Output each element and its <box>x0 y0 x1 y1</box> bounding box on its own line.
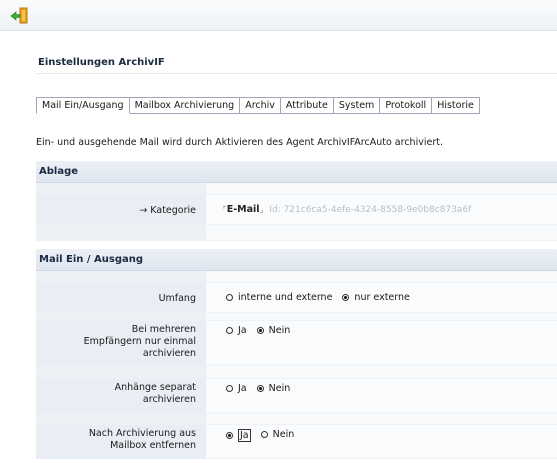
spacer-row <box>36 313 557 321</box>
empfaenger-option-ja[interactable]: Ja <box>226 325 247 336</box>
tab-mail-ein-ausgang[interactable]: Mail Ein/Ausgang <box>36 97 130 114</box>
spacer-row <box>36 413 557 425</box>
kategorie-row: → Kategorie ⌜ E-Mail ⌟ Id: 721c6ca5-4efe… <box>36 195 557 225</box>
anhaenge-option-ja[interactable]: Ja <box>226 383 247 394</box>
radio-icon <box>226 327 233 334</box>
anhaenge-label: Anhänge separat archivieren <box>36 379 206 413</box>
radio-icon <box>226 385 233 392</box>
kategorie-value[interactable]: E-Mail <box>227 204 260 215</box>
radio-selected-icon <box>226 432 233 439</box>
tab-system[interactable]: System <box>333 97 381 114</box>
section-heading-ablage: Ablage <box>36 161 557 183</box>
radio-selected-icon <box>256 327 264 334</box>
nach-archivierung-row: Nach Archivierung aus Mailbox entfernen … <box>36 425 557 459</box>
radio-selected-icon <box>256 385 264 392</box>
tab-protokoll[interactable]: Protokoll <box>380 97 433 114</box>
spacer-row <box>36 225 557 241</box>
tab-bar: Mail Ein/Ausgang Mailbox Archivierung Ar… <box>36 97 557 114</box>
umfang-option-nur-extern[interactable]: nur externe <box>342 292 410 303</box>
anhaenge-row: Anhänge separat archivieren Ja Nein <box>36 379 557 413</box>
spacer-row <box>36 271 557 283</box>
tab-archiv[interactable]: Archiv <box>240 97 281 114</box>
tab-description: Ein- und ausgehende Mail wird durch Akti… <box>36 137 443 148</box>
field-end-marker: ⌟ <box>259 205 264 214</box>
radio-selected-icon <box>342 294 350 301</box>
radio-icon <box>260 431 268 438</box>
spacer-row <box>36 365 557 379</box>
umfang-option-intern-extern[interactable]: interne und externe <box>226 292 332 303</box>
nach-archivierung-option-ja[interactable]: Ja <box>226 429 251 442</box>
tab-attribute[interactable]: Attribute <box>280 97 334 114</box>
nach-archivierung-label: Nach Archivierung aus Mailbox entfernen <box>36 425 206 459</box>
empfaenger-row: Bei mehreren Empfängern nur einmal archi… <box>36 321 557 365</box>
radio-icon <box>226 294 233 301</box>
spacer-row <box>36 183 557 195</box>
umfang-label: Umfang <box>36 283 206 313</box>
tab-mailbox-archivierung[interactable]: Mailbox Archivierung <box>129 97 241 114</box>
umfang-row: Umfang interne und externe nur externe <box>36 283 557 313</box>
page-title: Einstellungen ArchivIF <box>38 57 165 68</box>
kategorie-id: Id: 721c6ca5-4efe-4324-8558-9e0b8c873a6f <box>269 204 472 215</box>
empfaenger-label: Bei mehreren Empfängern nur einmal archi… <box>36 321 206 365</box>
kategorie-label: → Kategorie <box>36 195 206 225</box>
section-heading-mail-ein-ausgang: Mail Ein / Ausgang <box>36 249 557 271</box>
empfaenger-option-nein[interactable]: Nein <box>256 325 290 336</box>
nach-archivierung-option-nein[interactable]: Nein <box>260 429 294 440</box>
settings-form: Ablage → Kategorie ⌜ E-Mail ⌟ Id: 721c6c… <box>36 161 557 459</box>
tab-historie[interactable]: Historie <box>432 97 480 114</box>
exit-icon[interactable] <box>9 7 31 25</box>
title-divider <box>36 73 557 74</box>
anhaenge-option-nein[interactable]: Nein <box>256 383 290 394</box>
toolbar <box>0 0 557 31</box>
